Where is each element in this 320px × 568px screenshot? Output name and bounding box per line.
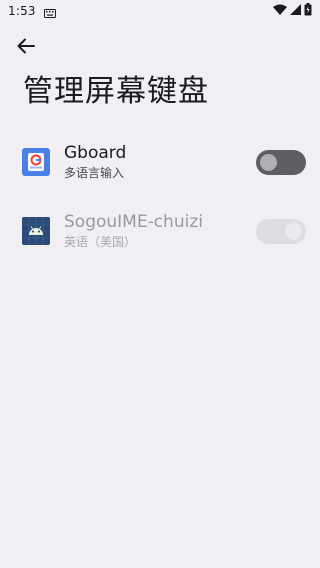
sogou-toggle[interactable] xyxy=(256,219,306,244)
keyboard-row-sogou[interactable]: SogouIME-chuizi 英语（美国） xyxy=(0,203,320,259)
status-bar: 1:53 xyxy=(0,0,320,22)
battery-charging-icon xyxy=(304,3,312,19)
toggle-knob xyxy=(285,223,302,240)
toggle-knob xyxy=(260,154,277,171)
back-button[interactable] xyxy=(12,34,40,62)
gboard-icon xyxy=(22,148,50,176)
keyboard-languages: 多语言输入 xyxy=(64,166,125,180)
keyboard-row-gboard[interactable]: Gboard 多语言输入 xyxy=(0,134,320,190)
keyboard-name: SogouIME-chuizi xyxy=(64,212,203,232)
gboard-toggle[interactable] xyxy=(256,150,306,175)
wifi-icon xyxy=(273,4,287,18)
keyboard-languages: 英语（美国） xyxy=(64,235,137,249)
android-icon xyxy=(22,217,50,245)
status-time: 1:53 xyxy=(8,4,36,18)
keyboard-info: Gboard 多语言输入 xyxy=(64,142,126,181)
page-title: 管理屏幕键盘 xyxy=(23,74,209,109)
keyboard-name: Gboard xyxy=(64,143,127,163)
keyboard-icon xyxy=(43,7,56,18)
status-icons xyxy=(273,3,312,19)
keyboard-info: SogouIME-chuizi 英语（美国） xyxy=(64,211,203,250)
arrow-left-icon xyxy=(17,38,35,58)
signal-icon xyxy=(290,4,301,18)
